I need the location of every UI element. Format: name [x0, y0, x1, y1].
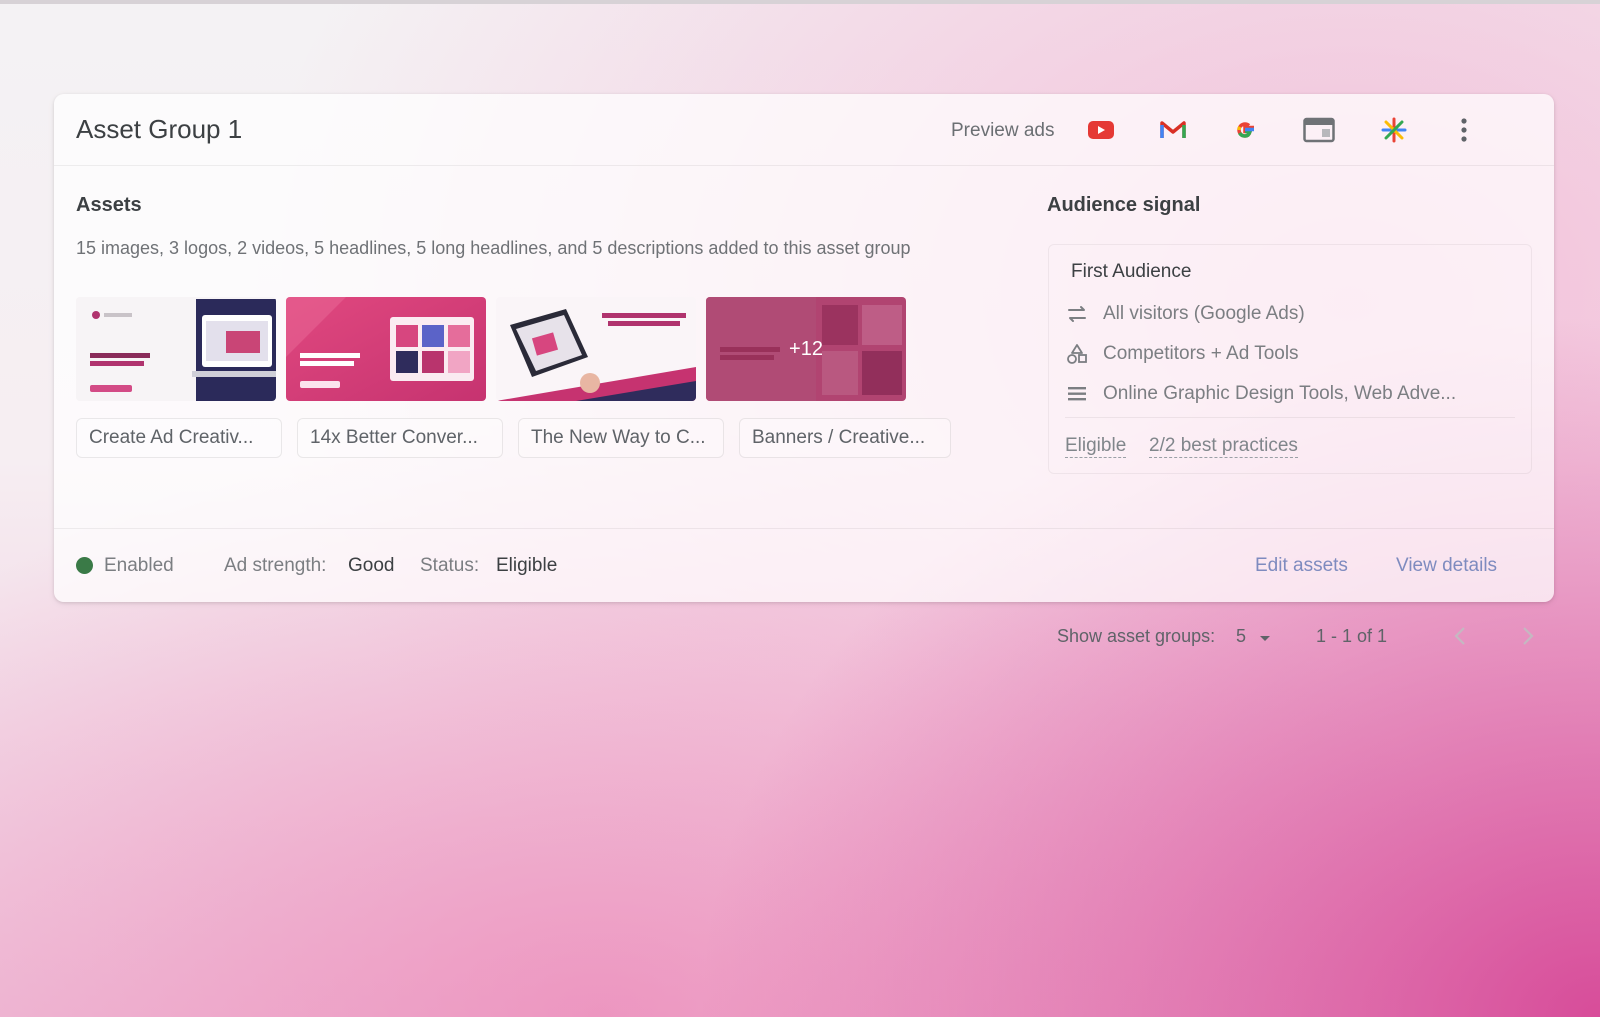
audience-divider — [1065, 417, 1515, 418]
asset-group-title: Asset Group 1 — [76, 114, 243, 144]
ad-strength-label: Ad strength: — [224, 555, 327, 576]
page-size-value: 5 — [1236, 626, 1247, 646]
asset-thumbnail[interactable] — [286, 297, 486, 401]
status-label: Status: — [420, 555, 480, 576]
asset-group-card: Asset Group 1 Preview ads Assets 15 imag… — [54, 94, 1554, 602]
show-asset-groups-label: Show asset groups: — [1057, 626, 1216, 646]
audience-item-label: Online Graphic Design Tools, Web Adve... — [1103, 383, 1457, 404]
asset-chip[interactable]: Create Ad Creativ... — [76, 418, 282, 458]
discover-icon[interactable] — [1376, 112, 1412, 148]
audience-item: Online Graphic Design Tools, Web Adve... — [1065, 379, 1456, 409]
audience-item-label: All visitors (Google Ads) — [1103, 303, 1305, 324]
chevron-left-icon[interactable] — [1444, 620, 1476, 652]
audience-item: Competitors + Ad Tools — [1065, 339, 1299, 369]
enabled-status[interactable]: Enabled — [104, 555, 174, 577]
youtube-icon[interactable] — [1083, 112, 1119, 148]
pagination-range: 1 - 1 of 1 — [1316, 626, 1388, 646]
card-header: Asset Group 1 Preview ads — [54, 94, 1554, 166]
best-practices-link[interactable]: 2/2 best practices — [1149, 435, 1298, 458]
preview-ads-label: Preview ads — [951, 120, 1055, 141]
gmail-icon[interactable] — [1155, 112, 1191, 148]
audience-name: First Audience — [1071, 261, 1192, 282]
dropdown-arrow-icon — [1259, 627, 1271, 648]
view-details-button[interactable]: View details — [1396, 555, 1497, 577]
asset-thumbnail[interactable] — [496, 297, 696, 401]
asset-thumbnail[interactable] — [76, 297, 276, 401]
audience-signal-title: Audience signal — [1047, 194, 1201, 216]
assets-description: 15 images, 3 logos, 2 videos, 5 headline… — [76, 238, 911, 258]
google-icon[interactable] — [1227, 112, 1263, 148]
card-footer: Enabled Ad strength: Good Status: Eligib… — [54, 528, 1554, 602]
eligible-link[interactable]: Eligible — [1065, 435, 1127, 458]
asset-thumbnail-more[interactable]: +12 — [706, 297, 906, 401]
display-icon[interactable] — [1301, 112, 1337, 148]
chevron-right-icon[interactable] — [1512, 620, 1544, 652]
audience-item-label: Competitors + Ad Tools — [1103, 343, 1299, 364]
ad-strength-value: Good — [348, 555, 395, 576]
asset-chip[interactable]: 14x Better Conver... — [297, 418, 503, 458]
sync-icon — [1065, 302, 1089, 326]
audience-box: First Audience All visitors (Google Ads)… — [1048, 244, 1532, 474]
edit-assets-button[interactable]: Edit assets — [1255, 555, 1348, 577]
asset-chip[interactable]: Banners / Creative... — [739, 418, 951, 458]
shapes-icon — [1065, 342, 1089, 366]
status-value: Eligible — [496, 555, 558, 576]
list-icon — [1065, 382, 1089, 406]
asset-chip[interactable]: The New Way to C... — [518, 418, 724, 458]
status-dot — [76, 557, 93, 574]
assets-title: Assets — [76, 194, 142, 216]
audience-item: All visitors (Google Ads) — [1065, 299, 1305, 329]
top-strip — [0, 0, 1600, 4]
page-size-select[interactable]: 5 — [1236, 626, 1271, 648]
more-vert-icon[interactable] — [1446, 112, 1482, 148]
more-assets-count: +12 — [789, 337, 823, 360]
